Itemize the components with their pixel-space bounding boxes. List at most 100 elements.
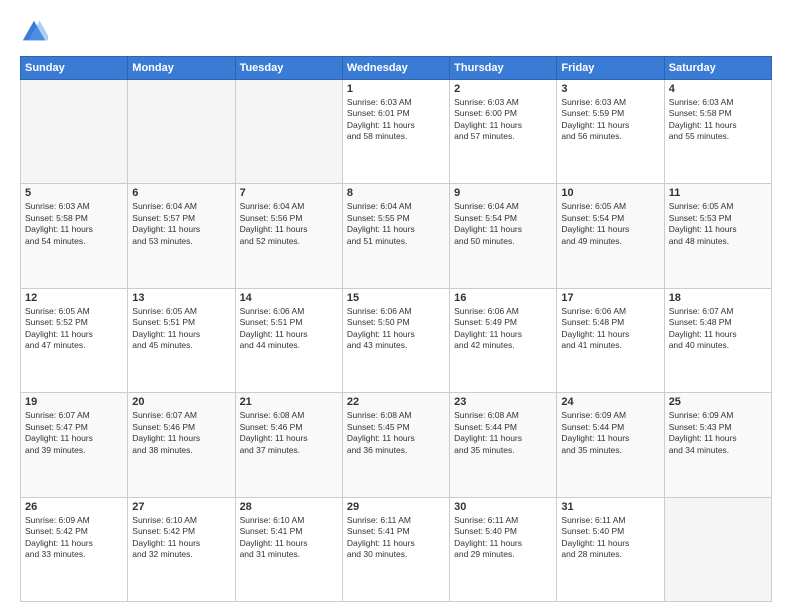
calendar-cell: 5 Sunrise: 6:03 AM Sunset: 5:58 PM Daylig… xyxy=(21,184,128,288)
day-info: Sunrise: 6:11 AM Sunset: 5:41 PM Dayligh… xyxy=(347,515,445,561)
day-info: Sunrise: 6:03 AM Sunset: 6:00 PM Dayligh… xyxy=(454,97,552,143)
day-number: 8 xyxy=(347,187,445,199)
calendar-week-row: 12Sunrise: 6:05 AM Sunset: 5:52 PM Dayli… xyxy=(21,288,772,392)
day-info: Sunrise: 6:09 AM Sunset: 5:44 PM Dayligh… xyxy=(561,410,659,456)
day-info: Sunrise: 6:07 AM Sunset: 5:47 PM Dayligh… xyxy=(25,410,123,456)
calendar-cell xyxy=(21,80,128,184)
day-number: 24 xyxy=(561,396,659,408)
day-number: 3 xyxy=(561,83,659,95)
day-info: Sunrise: 6:08 AM Sunset: 5:44 PM Dayligh… xyxy=(454,410,552,456)
calendar-cell: 23 Sunrise: 6:08 AM Sunset: 5:44 PM Dayli… xyxy=(450,393,557,497)
day-info: Sunrise: 6:04 AM Sunset: 5:57 PM Dayligh… xyxy=(132,201,230,247)
calendar-cell xyxy=(128,80,235,184)
calendar-cell: 29 Sunrise: 6:11 AM Sunset: 5:41 PM Dayli… xyxy=(342,497,449,601)
calendar-col-saturday: Saturday xyxy=(664,57,771,80)
day-number: 14 xyxy=(240,292,338,304)
calendar-cell: 28 Sunrise: 6:10 AM Sunset: 5:41 PM Dayli… xyxy=(235,497,342,601)
calendar-cell: 13Sunrise: 6:05 AM Sunset: 5:51 PM Dayli… xyxy=(128,288,235,392)
calendar-table: SundayMondayTuesdayWednesdayThursdayFrid… xyxy=(20,56,772,602)
calendar-cell: 22 Sunrise: 6:08 AM Sunset: 5:45 PM Dayli… xyxy=(342,393,449,497)
calendar-cell: 17 Sunrise: 6:06 AM Sunset: 5:48 PM Dayli… xyxy=(557,288,664,392)
day-info: Sunrise: 6:05 AM Sunset: 5:54 PM Dayligh… xyxy=(561,201,659,247)
day-info: Sunrise: 6:07 AM Sunset: 5:48 PM Dayligh… xyxy=(669,306,767,352)
calendar-cell: 30 Sunrise: 6:11 AM Sunset: 5:40 PM Dayli… xyxy=(450,497,557,601)
day-number: 7 xyxy=(240,187,338,199)
calendar-cell: 18 Sunrise: 6:07 AM Sunset: 5:48 PM Dayli… xyxy=(664,288,771,392)
day-number: 6 xyxy=(132,187,230,199)
calendar-cell: 9Sunrise: 6:04 AM Sunset: 5:54 PM Daylig… xyxy=(450,184,557,288)
calendar-cell: 24 Sunrise: 6:09 AM Sunset: 5:44 PM Dayli… xyxy=(557,393,664,497)
calendar-col-wednesday: Wednesday xyxy=(342,57,449,80)
calendar-cell: 16 Sunrise: 6:06 AM Sunset: 5:49 PM Dayli… xyxy=(450,288,557,392)
day-info: Sunrise: 6:06 AM Sunset: 5:51 PM Dayligh… xyxy=(240,306,338,352)
calendar-cell: 11 Sunrise: 6:05 AM Sunset: 5:53 PM Dayli… xyxy=(664,184,771,288)
day-number: 15 xyxy=(347,292,445,304)
day-number: 31 xyxy=(561,501,659,513)
calendar-cell: 2Sunrise: 6:03 AM Sunset: 6:00 PM Daylig… xyxy=(450,80,557,184)
logo xyxy=(20,18,52,46)
header xyxy=(20,18,772,46)
day-number: 17 xyxy=(561,292,659,304)
calendar-col-thursday: Thursday xyxy=(450,57,557,80)
day-info: Sunrise: 6:06 AM Sunset: 5:50 PM Dayligh… xyxy=(347,306,445,352)
day-info: Sunrise: 6:05 AM Sunset: 5:53 PM Dayligh… xyxy=(669,201,767,247)
day-info: Sunrise: 6:09 AM Sunset: 5:42 PM Dayligh… xyxy=(25,515,123,561)
day-number: 18 xyxy=(669,292,767,304)
calendar-col-sunday: Sunday xyxy=(21,57,128,80)
day-number: 16 xyxy=(454,292,552,304)
day-info: Sunrise: 6:06 AM Sunset: 5:48 PM Dayligh… xyxy=(561,306,659,352)
calendar-cell: 12Sunrise: 6:05 AM Sunset: 5:52 PM Dayli… xyxy=(21,288,128,392)
calendar-week-row: 26 Sunrise: 6:09 AM Sunset: 5:42 PM Dayli… xyxy=(21,497,772,601)
day-info: Sunrise: 6:05 AM Sunset: 5:51 PM Dayligh… xyxy=(132,306,230,352)
day-info: Sunrise: 6:03 AM Sunset: 5:58 PM Dayligh… xyxy=(669,97,767,143)
calendar-cell: 14 Sunrise: 6:06 AM Sunset: 5:51 PM Dayli… xyxy=(235,288,342,392)
day-info: Sunrise: 6:10 AM Sunset: 5:41 PM Dayligh… xyxy=(240,515,338,561)
calendar-week-row: 5 Sunrise: 6:03 AM Sunset: 5:58 PM Daylig… xyxy=(21,184,772,288)
day-number: 27 xyxy=(132,501,230,513)
day-number: 28 xyxy=(240,501,338,513)
calendar-cell: 31Sunrise: 6:11 AM Sunset: 5:40 PM Dayli… xyxy=(557,497,664,601)
day-number: 12 xyxy=(25,292,123,304)
day-number: 25 xyxy=(669,396,767,408)
day-number: 20 xyxy=(132,396,230,408)
day-number: 21 xyxy=(240,396,338,408)
day-info: Sunrise: 6:10 AM Sunset: 5:42 PM Dayligh… xyxy=(132,515,230,561)
calendar-cell: 3Sunrise: 6:03 AM Sunset: 5:59 PM Daylig… xyxy=(557,80,664,184)
day-info: Sunrise: 6:04 AM Sunset: 5:55 PM Dayligh… xyxy=(347,201,445,247)
calendar-col-friday: Friday xyxy=(557,57,664,80)
day-number: 11 xyxy=(669,187,767,199)
calendar-cell: 8 Sunrise: 6:04 AM Sunset: 5:55 PM Daylig… xyxy=(342,184,449,288)
day-info: Sunrise: 6:07 AM Sunset: 5:46 PM Dayligh… xyxy=(132,410,230,456)
day-info: Sunrise: 6:09 AM Sunset: 5:43 PM Dayligh… xyxy=(669,410,767,456)
calendar-cell: 10Sunrise: 6:05 AM Sunset: 5:54 PM Dayli… xyxy=(557,184,664,288)
calendar-cell: 19 Sunrise: 6:07 AM Sunset: 5:47 PM Dayli… xyxy=(21,393,128,497)
day-number: 19 xyxy=(25,396,123,408)
day-info: Sunrise: 6:11 AM Sunset: 5:40 PM Dayligh… xyxy=(454,515,552,561)
day-info: Sunrise: 6:06 AM Sunset: 5:49 PM Dayligh… xyxy=(454,306,552,352)
calendar-cell xyxy=(664,497,771,601)
calendar-col-monday: Monday xyxy=(128,57,235,80)
calendar-cell: 7Sunrise: 6:04 AM Sunset: 5:56 PM Daylig… xyxy=(235,184,342,288)
calendar-header-row: SundayMondayTuesdayWednesdayThursdayFrid… xyxy=(21,57,772,80)
calendar-col-tuesday: Tuesday xyxy=(235,57,342,80)
page: SundayMondayTuesdayWednesdayThursdayFrid… xyxy=(0,0,792,612)
day-number: 23 xyxy=(454,396,552,408)
calendar-cell: 20 Sunrise: 6:07 AM Sunset: 5:46 PM Dayli… xyxy=(128,393,235,497)
calendar-cell: 26 Sunrise: 6:09 AM Sunset: 5:42 PM Dayli… xyxy=(21,497,128,601)
day-info: Sunrise: 6:03 AM Sunset: 6:01 PM Dayligh… xyxy=(347,97,445,143)
day-info: Sunrise: 6:03 AM Sunset: 5:58 PM Dayligh… xyxy=(25,201,123,247)
calendar-week-row: 1 Sunrise: 6:03 AM Sunset: 6:01 PM Daylig… xyxy=(21,80,772,184)
calendar-cell: 6 Sunrise: 6:04 AM Sunset: 5:57 PM Daylig… xyxy=(128,184,235,288)
day-number: 26 xyxy=(25,501,123,513)
day-number: 5 xyxy=(25,187,123,199)
calendar-cell: 1 Sunrise: 6:03 AM Sunset: 6:01 PM Daylig… xyxy=(342,80,449,184)
day-info: Sunrise: 6:08 AM Sunset: 5:45 PM Dayligh… xyxy=(347,410,445,456)
calendar-week-row: 19 Sunrise: 6:07 AM Sunset: 5:47 PM Dayli… xyxy=(21,393,772,497)
day-info: Sunrise: 6:08 AM Sunset: 5:46 PM Dayligh… xyxy=(240,410,338,456)
day-number: 30 xyxy=(454,501,552,513)
day-number: 1 xyxy=(347,83,445,95)
day-info: Sunrise: 6:04 AM Sunset: 5:54 PM Dayligh… xyxy=(454,201,552,247)
day-number: 29 xyxy=(347,501,445,513)
day-number: 22 xyxy=(347,396,445,408)
calendar-cell: 21 Sunrise: 6:08 AM Sunset: 5:46 PM Dayli… xyxy=(235,393,342,497)
